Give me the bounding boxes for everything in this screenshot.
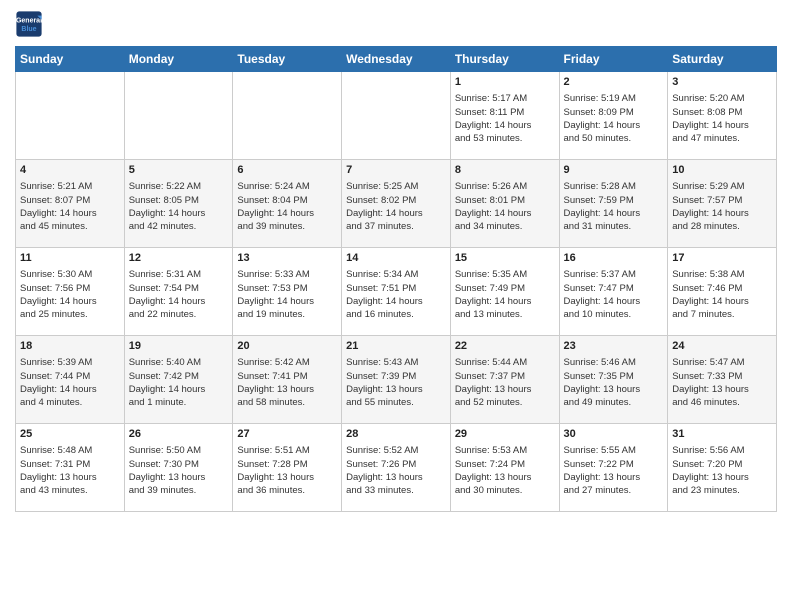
calendar-cell: 13Sunrise: 5:33 AMSunset: 7:53 PMDayligh…	[233, 248, 342, 336]
day-number: 6	[237, 163, 337, 178]
calendar-cell	[342, 72, 451, 160]
calendar-cell: 20Sunrise: 5:42 AMSunset: 7:41 PMDayligh…	[233, 336, 342, 424]
day-number: 24	[672, 339, 772, 354]
weekday-header: Tuesday	[233, 47, 342, 72]
weekday-header: Monday	[124, 47, 233, 72]
day-number: 28	[346, 427, 446, 442]
day-number: 17	[672, 251, 772, 266]
calendar-cell: 15Sunrise: 5:35 AMSunset: 7:49 PMDayligh…	[450, 248, 559, 336]
calendar-cell: 9Sunrise: 5:28 AMSunset: 7:59 PMDaylight…	[559, 160, 668, 248]
day-number: 18	[20, 339, 120, 354]
calendar-cell: 11Sunrise: 5:30 AMSunset: 7:56 PMDayligh…	[16, 248, 125, 336]
weekday-header: Sunday	[16, 47, 125, 72]
svg-text:Blue: Blue	[21, 26, 36, 33]
day-number: 13	[237, 251, 337, 266]
weekday-header: Wednesday	[342, 47, 451, 72]
weekday-header-row: SundayMondayTuesdayWednesdayThursdayFrid…	[16, 47, 777, 72]
calendar-cell: 16Sunrise: 5:37 AMSunset: 7:47 PMDayligh…	[559, 248, 668, 336]
calendar-cell: 18Sunrise: 5:39 AMSunset: 7:44 PMDayligh…	[16, 336, 125, 424]
calendar-cell: 29Sunrise: 5:53 AMSunset: 7:24 PMDayligh…	[450, 424, 559, 512]
calendar-cell: 24Sunrise: 5:47 AMSunset: 7:33 PMDayligh…	[668, 336, 777, 424]
calendar-cell: 6Sunrise: 5:24 AMSunset: 8:04 PMDaylight…	[233, 160, 342, 248]
day-number: 30	[564, 427, 664, 442]
calendar-week-row: 1Sunrise: 5:17 AMSunset: 8:11 PMDaylight…	[16, 72, 777, 160]
day-number: 19	[129, 339, 229, 354]
calendar-cell: 3Sunrise: 5:20 AMSunset: 8:08 PMDaylight…	[668, 72, 777, 160]
day-number: 2	[564, 75, 664, 90]
day-number: 22	[455, 339, 555, 354]
calendar-cell: 2Sunrise: 5:19 AMSunset: 8:09 PMDaylight…	[559, 72, 668, 160]
calendar-cell: 25Sunrise: 5:48 AMSunset: 7:31 PMDayligh…	[16, 424, 125, 512]
day-number: 10	[672, 163, 772, 178]
day-number: 16	[564, 251, 664, 266]
calendar-cell: 31Sunrise: 5:56 AMSunset: 7:20 PMDayligh…	[668, 424, 777, 512]
calendar-cell	[16, 72, 125, 160]
day-number: 21	[346, 339, 446, 354]
calendar-cell	[124, 72, 233, 160]
header: General Blue	[15, 10, 777, 38]
day-number: 4	[20, 163, 120, 178]
svg-text:General: General	[16, 18, 42, 25]
day-number: 5	[129, 163, 229, 178]
logo: General Blue	[15, 10, 43, 38]
day-number: 8	[455, 163, 555, 178]
day-number: 14	[346, 251, 446, 266]
logo-icon: General Blue	[15, 10, 43, 38]
calendar-week-row: 18Sunrise: 5:39 AMSunset: 7:44 PMDayligh…	[16, 336, 777, 424]
day-number: 25	[20, 427, 120, 442]
calendar-cell: 7Sunrise: 5:25 AMSunset: 8:02 PMDaylight…	[342, 160, 451, 248]
day-number: 31	[672, 427, 772, 442]
calendar-cell: 21Sunrise: 5:43 AMSunset: 7:39 PMDayligh…	[342, 336, 451, 424]
day-number: 27	[237, 427, 337, 442]
calendar-cell: 8Sunrise: 5:26 AMSunset: 8:01 PMDaylight…	[450, 160, 559, 248]
day-number: 26	[129, 427, 229, 442]
calendar-table: SundayMondayTuesdayWednesdayThursdayFrid…	[15, 46, 777, 512]
weekday-header: Thursday	[450, 47, 559, 72]
calendar-cell: 14Sunrise: 5:34 AMSunset: 7:51 PMDayligh…	[342, 248, 451, 336]
calendar-cell: 22Sunrise: 5:44 AMSunset: 7:37 PMDayligh…	[450, 336, 559, 424]
day-number: 12	[129, 251, 229, 266]
weekday-header: Saturday	[668, 47, 777, 72]
day-number: 1	[455, 75, 555, 90]
calendar-cell: 4Sunrise: 5:21 AMSunset: 8:07 PMDaylight…	[16, 160, 125, 248]
calendar-cell: 1Sunrise: 5:17 AMSunset: 8:11 PMDaylight…	[450, 72, 559, 160]
day-number: 29	[455, 427, 555, 442]
calendar-cell	[233, 72, 342, 160]
calendar-week-row: 11Sunrise: 5:30 AMSunset: 7:56 PMDayligh…	[16, 248, 777, 336]
calendar-cell: 10Sunrise: 5:29 AMSunset: 7:57 PMDayligh…	[668, 160, 777, 248]
day-number: 20	[237, 339, 337, 354]
calendar-week-row: 4Sunrise: 5:21 AMSunset: 8:07 PMDaylight…	[16, 160, 777, 248]
calendar-cell: 23Sunrise: 5:46 AMSunset: 7:35 PMDayligh…	[559, 336, 668, 424]
calendar-cell: 17Sunrise: 5:38 AMSunset: 7:46 PMDayligh…	[668, 248, 777, 336]
calendar-cell: 5Sunrise: 5:22 AMSunset: 8:05 PMDaylight…	[124, 160, 233, 248]
calendar-cell: 19Sunrise: 5:40 AMSunset: 7:42 PMDayligh…	[124, 336, 233, 424]
calendar-week-row: 25Sunrise: 5:48 AMSunset: 7:31 PMDayligh…	[16, 424, 777, 512]
calendar-cell: 27Sunrise: 5:51 AMSunset: 7:28 PMDayligh…	[233, 424, 342, 512]
calendar-cell: 30Sunrise: 5:55 AMSunset: 7:22 PMDayligh…	[559, 424, 668, 512]
day-number: 11	[20, 251, 120, 266]
day-number: 3	[672, 75, 772, 90]
day-number: 15	[455, 251, 555, 266]
weekday-header: Friday	[559, 47, 668, 72]
day-number: 9	[564, 163, 664, 178]
calendar-container: General Blue SundayMondayTuesdayWednesda…	[0, 0, 792, 517]
day-number: 7	[346, 163, 446, 178]
calendar-cell: 28Sunrise: 5:52 AMSunset: 7:26 PMDayligh…	[342, 424, 451, 512]
calendar-cell: 26Sunrise: 5:50 AMSunset: 7:30 PMDayligh…	[124, 424, 233, 512]
day-number: 23	[564, 339, 664, 354]
calendar-cell: 12Sunrise: 5:31 AMSunset: 7:54 PMDayligh…	[124, 248, 233, 336]
